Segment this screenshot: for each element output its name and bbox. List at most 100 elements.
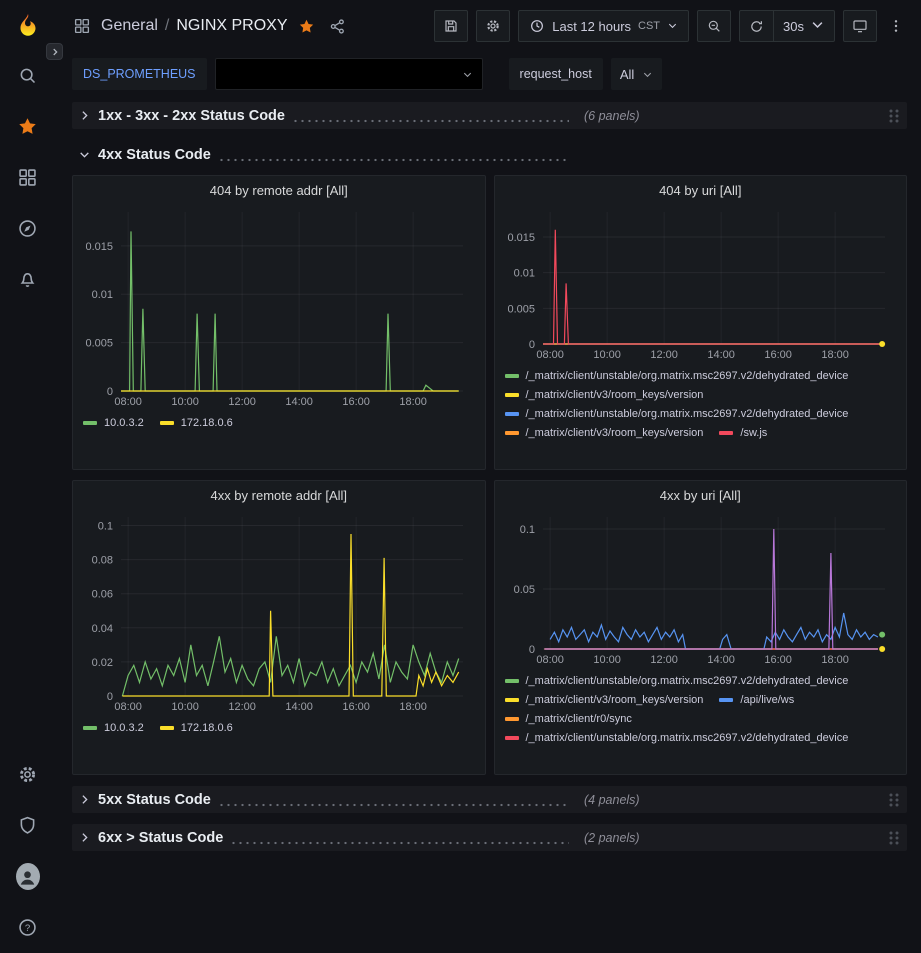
legend-marker [505,679,519,683]
legend-label: 172.18.0.6 [181,722,233,734]
panel-404-by-uri: 404 by uri [All] 08:0010:0012:0014:0016:… [494,175,908,470]
more-options-kebab-icon[interactable] [885,10,907,42]
svg-text:12:00: 12:00 [650,654,678,666]
row-panel-count: (4 panels) [584,793,640,807]
svg-text:0.015: 0.015 [85,241,113,253]
legend-item[interactable]: /_matrix/client/unstable/org.matrix.msc2… [505,732,849,744]
svg-text:08:00: 08:00 [114,396,142,408]
legend-label: /_matrix/client/unstable/org.matrix.msc2… [526,370,849,382]
row-dots [218,158,569,162]
chart-404-by-remote-addr[interactable]: 08:0010:0012:0014:0016:0018:0000.0050.01… [79,204,479,409]
refresh-button[interactable] [740,11,773,41]
sidebar-expand-chevron[interactable] [46,43,63,60]
starred-icon[interactable] [16,114,40,138]
legend-label: /_matrix/client/r0/sync [526,713,632,725]
row-panel-count: (6 panels) [584,109,640,123]
request-host-variable-select[interactable]: All [611,58,662,90]
save-dashboard-button[interactable] [434,10,468,42]
panel-title[interactable]: 404 by uri [All] [495,176,907,204]
svg-text:08:00: 08:00 [536,654,564,666]
drag-handle-icon[interactable] [887,108,901,124]
drag-handle-icon[interactable] [887,830,901,846]
dashboards-icon[interactable] [16,165,40,189]
legend-item[interactable]: 10.0.3.2 [83,722,144,734]
settings-gear-icon[interactable] [16,762,40,786]
legend-item[interactable]: /sw.js [719,427,767,439]
request-host-variable-label[interactable]: request_host [509,58,603,90]
legend-item[interactable]: /_matrix/client/unstable/org.matrix.msc2… [505,370,849,382]
svg-text:18:00: 18:00 [399,396,427,408]
svg-text:12:00: 12:00 [650,349,678,361]
panel-title[interactable]: 4xx by uri [All] [495,481,907,509]
breadcrumb-folder[interactable]: General [101,17,158,35]
alerting-bell-icon[interactable] [16,267,40,291]
svg-text:14:00: 14:00 [707,349,735,361]
help-icon[interactable]: ? [16,915,40,939]
legend-item[interactable]: /_matrix/client/v3/room_keys/version [505,694,704,706]
legend-label: /_matrix/client/unstable/org.matrix.msc2… [526,675,849,687]
svg-text:18:00: 18:00 [821,349,849,361]
chart-4xx-by-uri[interactable]: 08:0010:0012:0014:0016:0018:0000.050.1 [501,509,901,667]
datasource-variable-select[interactable] [215,58,483,90]
dashboards-grid-icon[interactable] [73,17,91,35]
chevron-down-icon [667,19,678,34]
row-header-6xx[interactable]: 6xx > Status Code (2 panels) [72,824,907,851]
row-title: 6xx > Status Code [98,830,223,846]
panel-title[interactable]: 4xx by remote addr [All] [73,481,485,509]
legend-item[interactable]: /_matrix/client/r0/sync [505,713,632,725]
chart-4xx-by-remote-addr[interactable]: 08:0010:0012:0014:0016:0018:0000.020.040… [79,509,479,714]
svg-text:08:00: 08:00 [114,701,142,713]
row-header-5xx[interactable]: 5xx Status Code (4 panels) [72,786,907,813]
legend-item[interactable]: /_matrix/client/unstable/org.matrix.msc2… [505,408,849,420]
svg-text:10:00: 10:00 [171,396,199,408]
chevron-down-icon [78,148,98,161]
timezone-badge: CST [638,20,660,32]
dashboard-settings-button[interactable] [476,10,510,42]
zoom-out-button[interactable] [697,10,731,42]
share-icon[interactable] [329,18,346,35]
svg-text:0: 0 [528,339,534,351]
row-title: 4xx Status Code [98,147,211,163]
clock-icon [529,18,545,34]
legend-marker [505,412,519,416]
legend-item[interactable]: 10.0.3.2 [83,417,144,429]
refresh-interval-label: 30s [783,19,804,34]
refresh-interval-dropdown[interactable]: 30s [773,11,834,41]
legend-item[interactable]: /_matrix/client/unstable/org.matrix.msc2… [505,675,849,687]
panel-title[interactable]: 404 by remote addr [All] [73,176,485,204]
legend-label: /_matrix/client/unstable/org.matrix.msc2… [526,408,849,420]
svg-text:0: 0 [107,691,113,703]
favorite-star-icon[interactable] [298,18,315,35]
admin-shield-icon[interactable] [16,813,40,837]
svg-text:0.01: 0.01 [92,289,113,301]
request-host-variable-value: All [620,67,634,82]
legend-label: 10.0.3.2 [104,417,144,429]
user-avatar-icon [16,863,40,890]
tv-kiosk-button[interactable] [843,10,877,42]
page-title[interactable]: NGINX PROXY [176,17,287,35]
refresh-controls: 30s [739,10,835,42]
svg-text:10:00: 10:00 [171,701,199,713]
avatar[interactable] [16,864,40,888]
legend-label: /_matrix/client/v3/room_keys/version [526,427,704,439]
legend-item[interactable]: 172.18.0.6 [160,417,233,429]
svg-text:18:00: 18:00 [821,654,849,666]
explore-compass-icon[interactable] [16,216,40,240]
svg-text:10:00: 10:00 [593,349,621,361]
time-range-picker[interactable]: Last 12 hours CST [518,10,689,42]
legend-item[interactable]: 172.18.0.6 [160,722,233,734]
grafana-logo[interactable] [16,12,40,36]
legend-item[interactable]: /api/live/ws [719,694,794,706]
legend-item[interactable]: /_matrix/client/v3/room_keys/version [505,427,704,439]
svg-text:0.1: 0.1 [519,524,534,536]
search-icon[interactable] [16,63,40,87]
datasource-variable-label[interactable]: DS_PROMETHEUS [72,58,207,90]
chart-404-by-uri[interactable]: 08:0010:0012:0014:0016:0018:0000.0050.01… [501,204,901,362]
svg-text:12:00: 12:00 [228,701,256,713]
legend-item[interactable]: /_matrix/client/v3/room_keys/version [505,389,704,401]
drag-handle-icon[interactable] [887,792,901,808]
row-header-4xx[interactable]: 4xx Status Code [72,141,907,168]
row-header-1xx-3xx-2xx[interactable]: 1xx - 3xx - 2xx Status Code (6 panels) [72,102,907,129]
legend-marker [505,374,519,378]
svg-text:0.06: 0.06 [92,589,113,601]
